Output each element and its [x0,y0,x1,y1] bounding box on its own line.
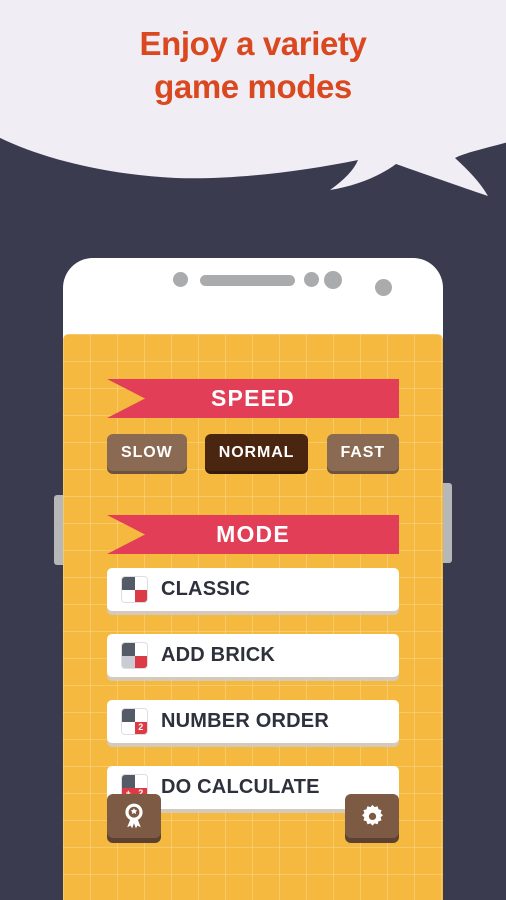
speed-options-row: SLOW NORMAL FAST [107,434,399,474]
front-camera-icon [324,271,342,289]
achievements-button[interactable] [107,794,161,838]
mode-banner-label: MODE [216,521,290,547]
promo-headline: Enjoy a variety game modes [0,22,506,108]
phone-side-button-right[interactable] [443,483,452,563]
mode-option-add-brick[interactable]: ADD BRICK [107,634,399,677]
gear-icon [361,804,383,826]
speed-option-slow[interactable]: SLOW [107,434,187,471]
mode-option-classic[interactable]: CLASSIC [107,568,399,611]
mode-option-number-order[interactable]: 2 NUMBER ORDER [107,700,399,743]
speed-option-label: NORMAL [218,443,295,461]
mode-option-label: NUMBER ORDER [161,710,329,732]
grid-number-order-icon: 2 [121,708,148,735]
mode-options-list: CLASSIC ADD BRICK 2 NUMBER ORDER DO CALC… [107,568,399,832]
mode-option-label: ADD BRICK [161,644,276,666]
speed-banner-label: SPEED [211,385,295,411]
award-ribbon-icon [125,803,143,829]
sensor-dot-icon [304,272,319,287]
phone-mockup: SPEED SLOW NORMAL FAST MODE CLASSIC ADD … [54,258,452,900]
headline-line-2: game modes [154,68,352,105]
sensor-dot-icon [173,272,188,287]
mode-banner: MODE [107,515,399,554]
grid-classic-icon [121,576,148,603]
speed-option-label: SLOW [121,443,173,461]
speed-option-fast[interactable]: FAST [326,434,399,471]
speech-bubble: Enjoy a variety game modes [0,0,506,230]
app-screen: SPEED SLOW NORMAL FAST MODE CLASSIC ADD … [63,334,443,900]
cell-digit: 2 [138,722,144,733]
headline-line-1: Enjoy a variety [139,25,367,62]
mode-option-label: CLASSIC [161,578,251,600]
grid-add-brick-icon [121,642,148,669]
phone-top-bezel [63,258,443,330]
phone-side-button-left[interactable] [54,495,63,565]
speed-banner: SPEED [107,379,399,418]
sensor-dot-icon [375,279,392,296]
speed-option-normal[interactable]: NORMAL [204,434,309,471]
bottom-button-bar [107,794,399,844]
earpiece-speaker-icon [200,275,295,286]
settings-button[interactable] [345,794,399,838]
speed-option-label: FAST [340,443,385,461]
